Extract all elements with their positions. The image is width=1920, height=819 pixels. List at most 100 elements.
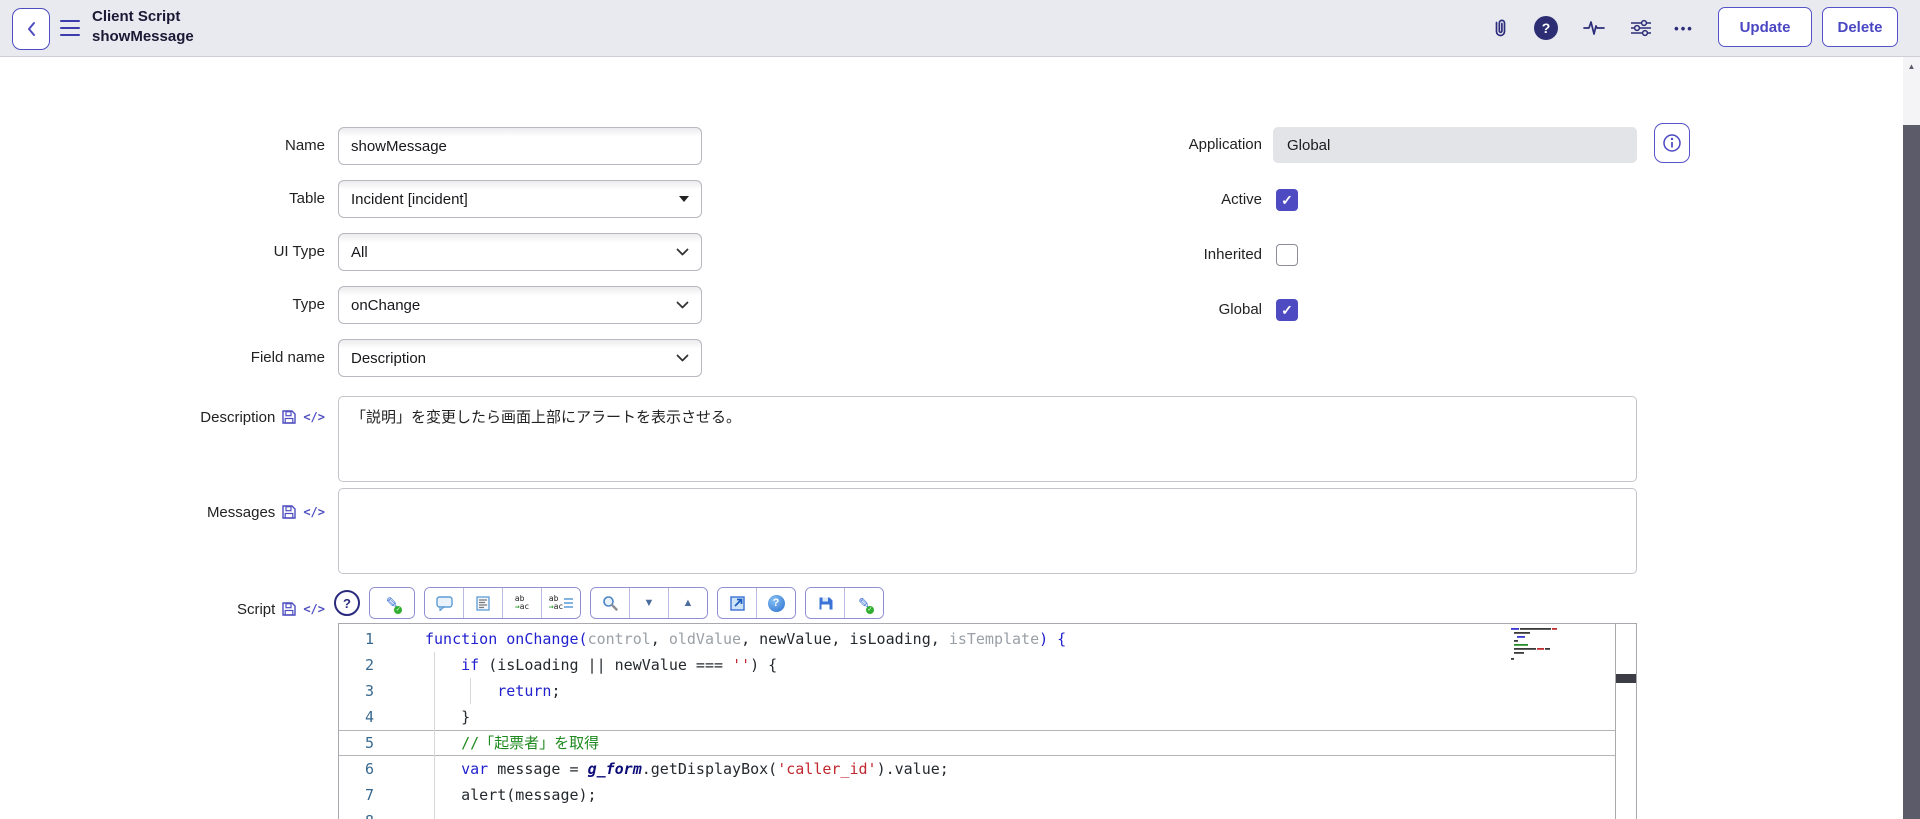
code-icon[interactable]: </>	[303, 505, 325, 519]
code-text: return;	[497, 682, 561, 700]
script-help-icon[interactable]: ?	[334, 590, 360, 616]
save-translated-icon[interactable]	[281, 409, 297, 425]
checkbox-label-active: Active	[1221, 191, 1262, 208]
checkbox-inherited[interactable]	[1276, 244, 1298, 266]
checkbox-label-global: Global	[1218, 301, 1262, 318]
code-text: alert(message);	[425, 786, 597, 804]
code-icon[interactable]: </>	[303, 410, 325, 424]
attachment-icon[interactable]	[1484, 12, 1516, 44]
replace-all-button[interactable]: ab ⇒ac	[541, 588, 580, 618]
context-menu-icon[interactable]	[60, 20, 80, 36]
more-options-icon[interactable]: •••	[1668, 12, 1700, 44]
save-script-button[interactable]	[806, 588, 844, 618]
save-translated-icon[interactable]	[281, 504, 297, 520]
help-icon[interactable]: ?	[1530, 12, 1562, 44]
code-line-1[interactable]: 1 function onChange(control, oldValue, ne…	[339, 626, 1636, 652]
application-field: Global	[1273, 127, 1637, 163]
line-number: 8	[339, 808, 387, 819]
editor-scrollbar[interactable]	[1615, 624, 1636, 819]
code-text: //「起票者」を取得	[461, 734, 600, 752]
syntax-check-button[interactable]: ✎ ✓	[844, 588, 883, 618]
code-icon[interactable]: </>	[303, 602, 325, 616]
update-button[interactable]: Update	[1718, 7, 1812, 47]
toolbar-group: ✎ ✓	[369, 587, 415, 619]
dropdown-caret-icon	[676, 248, 689, 256]
client-script-form: Name showMessage Table Incident [incident] U…	[0, 57, 1903, 819]
code-text: var message = g_form.getDisplayBox('call…	[461, 760, 949, 778]
dropdown-caret-icon	[676, 301, 689, 309]
field-label-ui-type: UI Type	[273, 243, 325, 260]
messages-label-row: Messages </>	[0, 501, 325, 523]
toolbar-group: ▼ ▲	[590, 587, 708, 619]
dropdown-caret-icon	[679, 196, 689, 202]
find-previous-button[interactable]: ▲	[668, 588, 707, 618]
application-label: Application	[1188, 136, 1262, 153]
page-title: Client Script showMessage	[92, 7, 194, 47]
replace-button[interactable]: ab ⇒ac	[502, 588, 541, 618]
select-field-name[interactable]: Description	[338, 339, 702, 377]
form-header: Client Script showMessage ? ••• Update D…	[0, 0, 1920, 57]
info-icon	[1663, 134, 1681, 152]
checkbox-label-inherited: Inherited	[1203, 246, 1262, 263]
code-minimap	[1511, 628, 1557, 660]
description-textarea[interactable]: 「説明」を変更したら画面上部にアラートを表示させる。	[338, 396, 1637, 482]
personalize-form-icon[interactable]	[1625, 12, 1657, 44]
record-type: Client Script	[92, 8, 181, 25]
toolbar-group: ab ⇒ac ab ⇒ac	[424, 587, 581, 619]
line-number: 3	[364, 682, 374, 700]
open-fullscreen-button[interactable]	[718, 588, 756, 618]
save-translated-icon[interactable]	[281, 601, 297, 617]
search-button[interactable]	[591, 588, 629, 618]
field-label-field-name: Field name	[250, 349, 325, 366]
code-text: if (isLoading || newValue === '') {	[461, 656, 778, 674]
page-scrollbar[interactable]: ▲	[1903, 57, 1920, 819]
select-table[interactable]: Incident [incident]	[338, 180, 702, 218]
select-ui-type[interactable]: All	[338, 233, 702, 271]
code-line-8[interactable]: 8	[339, 808, 1636, 819]
code-line-4[interactable]: 4 }	[339, 704, 1636, 730]
script-editor-toolbar: ? ✎ ✓ ab ⇒ac ab ⇒ac ▼ ▲? ✎ ✓	[334, 587, 884, 619]
editor-help-button[interactable]: ?	[756, 588, 795, 618]
delete-button[interactable]: Delete	[1822, 7, 1898, 47]
code-line-3[interactable]: 3 return;	[339, 678, 1636, 704]
select-type[interactable]: onChange	[338, 286, 702, 324]
field-label-type: Type	[292, 296, 325, 313]
code-line-2[interactable]: 2 if (isLoading || newValue === '') {	[339, 652, 1636, 678]
line-number: 5	[364, 734, 374, 752]
line-number: 4	[364, 708, 374, 726]
checkbox-global[interactable]	[1276, 299, 1298, 321]
find-next-button[interactable]: ▼	[629, 588, 668, 618]
description-label-row: Description </>	[0, 406, 325, 428]
toggle-syntax-editor-button[interactable]: ✎ ✓	[370, 588, 414, 618]
code-text: function onChange(control, oldValue, new…	[425, 630, 1067, 648]
code-line-6[interactable]: 6 var message = g_form.getDisplayBox('ca…	[339, 756, 1636, 782]
code-line-5[interactable]: 5 //「起票者」を取得	[339, 730, 1636, 756]
messages-textarea[interactable]	[338, 488, 1637, 574]
record-name: showMessage	[92, 28, 194, 45]
description-label: Description	[200, 408, 276, 426]
input-name[interactable]: showMessage	[338, 127, 702, 165]
toolbar-group: ✎ ✓	[805, 587, 884, 619]
editor-scrollbar-thumb[interactable]	[1616, 674, 1636, 683]
toolbar-group: ?	[717, 587, 796, 619]
script-label: Script	[236, 600, 276, 618]
activity-stream-icon[interactable]	[1578, 12, 1610, 44]
scroll-up-arrow-icon[interactable]: ▲	[1903, 57, 1920, 75]
field-label-table: Table	[289, 190, 325, 207]
application-info-button[interactable]	[1654, 123, 1690, 163]
script-label-row: Script </>	[0, 598, 325, 620]
line-number: 2	[364, 656, 374, 674]
toggle-comment-button[interactable]	[425, 588, 463, 618]
chevron-left-icon	[27, 22, 35, 36]
script-code-editor[interactable]: 1 function onChange(control, oldValue, ne…	[338, 623, 1637, 819]
indent-guide	[434, 652, 435, 819]
line-number: 6	[364, 760, 374, 778]
page-scrollbar-thumb[interactable]	[1903, 125, 1920, 819]
code-line-7[interactable]: 7 alert(message);	[339, 782, 1636, 808]
field-label-name: Name	[284, 137, 325, 154]
checkbox-active[interactable]	[1276, 189, 1298, 211]
back-button[interactable]	[12, 8, 50, 50]
format-code-button[interactable]	[463, 588, 502, 618]
messages-label: Messages	[206, 503, 276, 521]
